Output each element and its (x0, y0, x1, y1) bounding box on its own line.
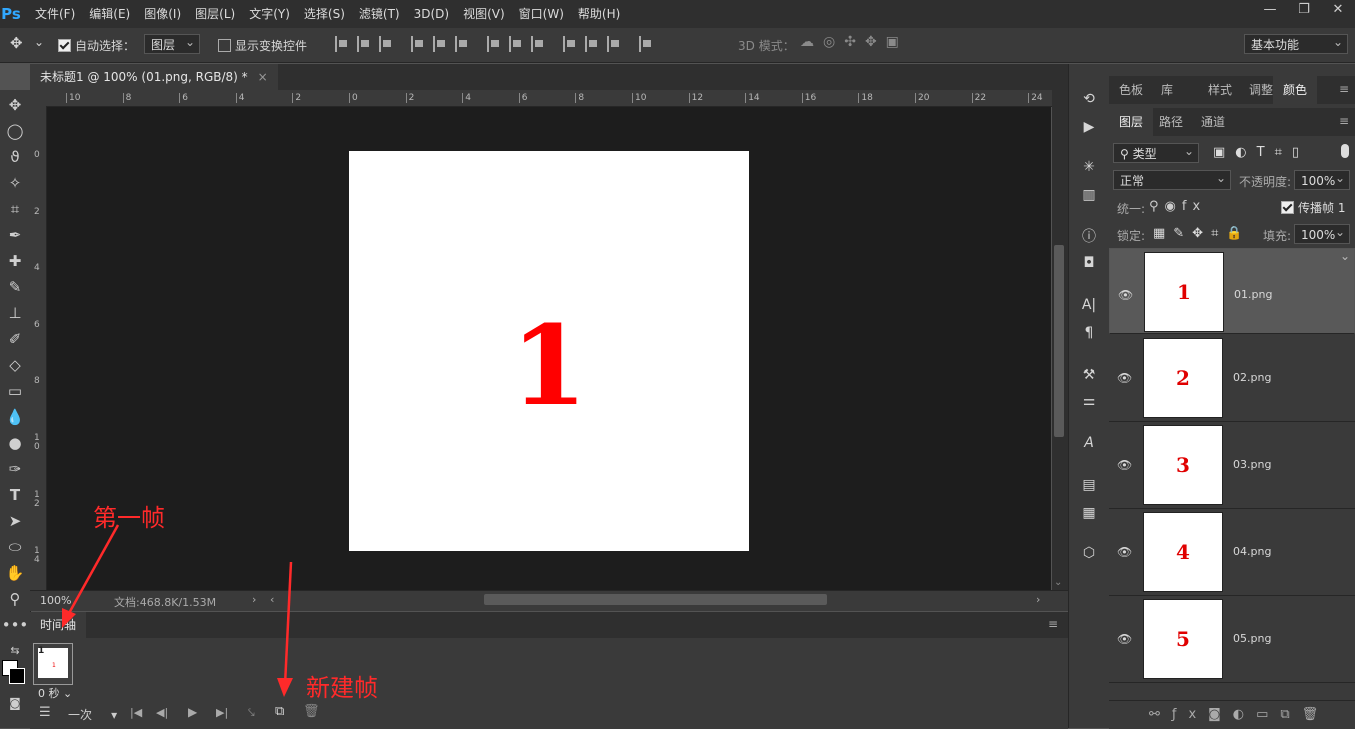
new-frame-arrowhead (277, 678, 293, 697)
new-frame-arrow-line (283, 561, 293, 686)
first-frame-arrow-line (66, 524, 120, 616)
annotation-arrows (62, 524, 293, 697)
first-frame-arrowhead (62, 608, 76, 628)
